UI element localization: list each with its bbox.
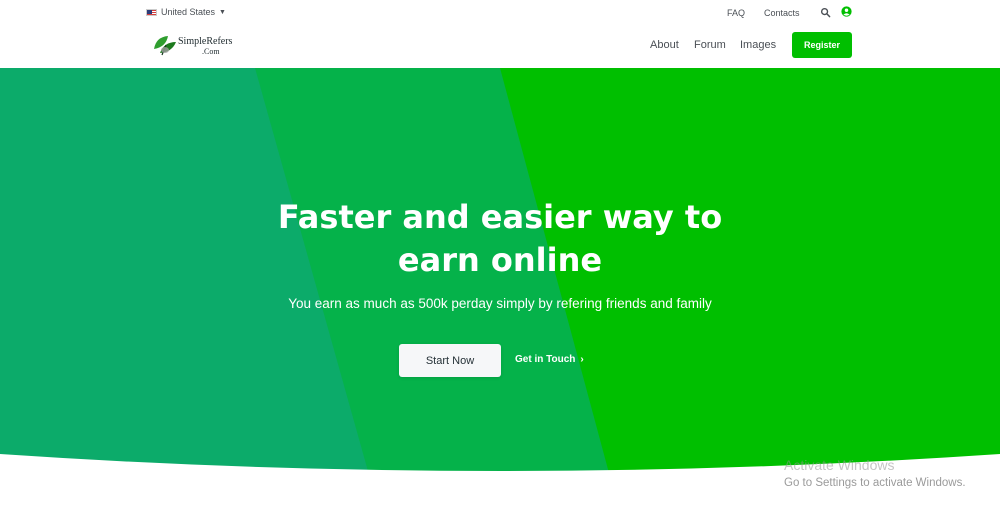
hero-subtitle: You earn as much as 500k perday simply b… [288,296,712,311]
get-in-touch-link[interactable]: Get in Touch › [515,354,584,365]
nav-images-link[interactable]: Images [740,39,776,51]
leaf-logo-icon [154,36,176,56]
nav-forum-link[interactable]: Forum [694,39,726,51]
hero-section: Faster and easier way to earn online You… [0,68,1000,514]
logo-suffix: .Com [202,47,220,56]
locale-selector[interactable]: United States ▼ [146,7,226,17]
watermark-title: Activate Windows [784,457,895,473]
get-in-touch-label: Get in Touch [515,354,576,365]
watermark-subtitle: Go to Settings to activate Windows. [784,477,966,489]
hero-title-line-2: earn online [397,241,603,279]
hero-title: Faster and easier way to earn online [0,196,1000,282]
chevron-down-icon: ▼ [219,8,226,16]
chevron-right-icon: › [580,354,584,365]
hero-title-line-1: Faster and easier way to [277,198,723,236]
us-flag-icon [146,8,157,16]
logo-text: SimpleRefers [178,36,233,47]
register-button[interactable]: Register [792,32,852,58]
faq-link[interactable]: FAQ [727,8,745,18]
contacts-link[interactable]: Contacts [764,8,800,18]
start-now-button[interactable]: Start Now [399,344,501,377]
search-icon[interactable] [820,7,831,18]
hero-background [0,68,1000,514]
activate-windows-watermark: Activate Windows Go to Settings to activ… [784,457,966,489]
user-icon[interactable] [841,6,852,17]
locale-label: United States [161,7,216,17]
main-navbar: SimpleRefers .Com About Forum Images Reg… [0,26,1000,68]
top-bar: United States ▼ FAQ Contacts [0,0,1000,26]
nav-about-link[interactable]: About [650,39,679,51]
site-logo[interactable]: SimpleRefers .Com [152,32,232,60]
